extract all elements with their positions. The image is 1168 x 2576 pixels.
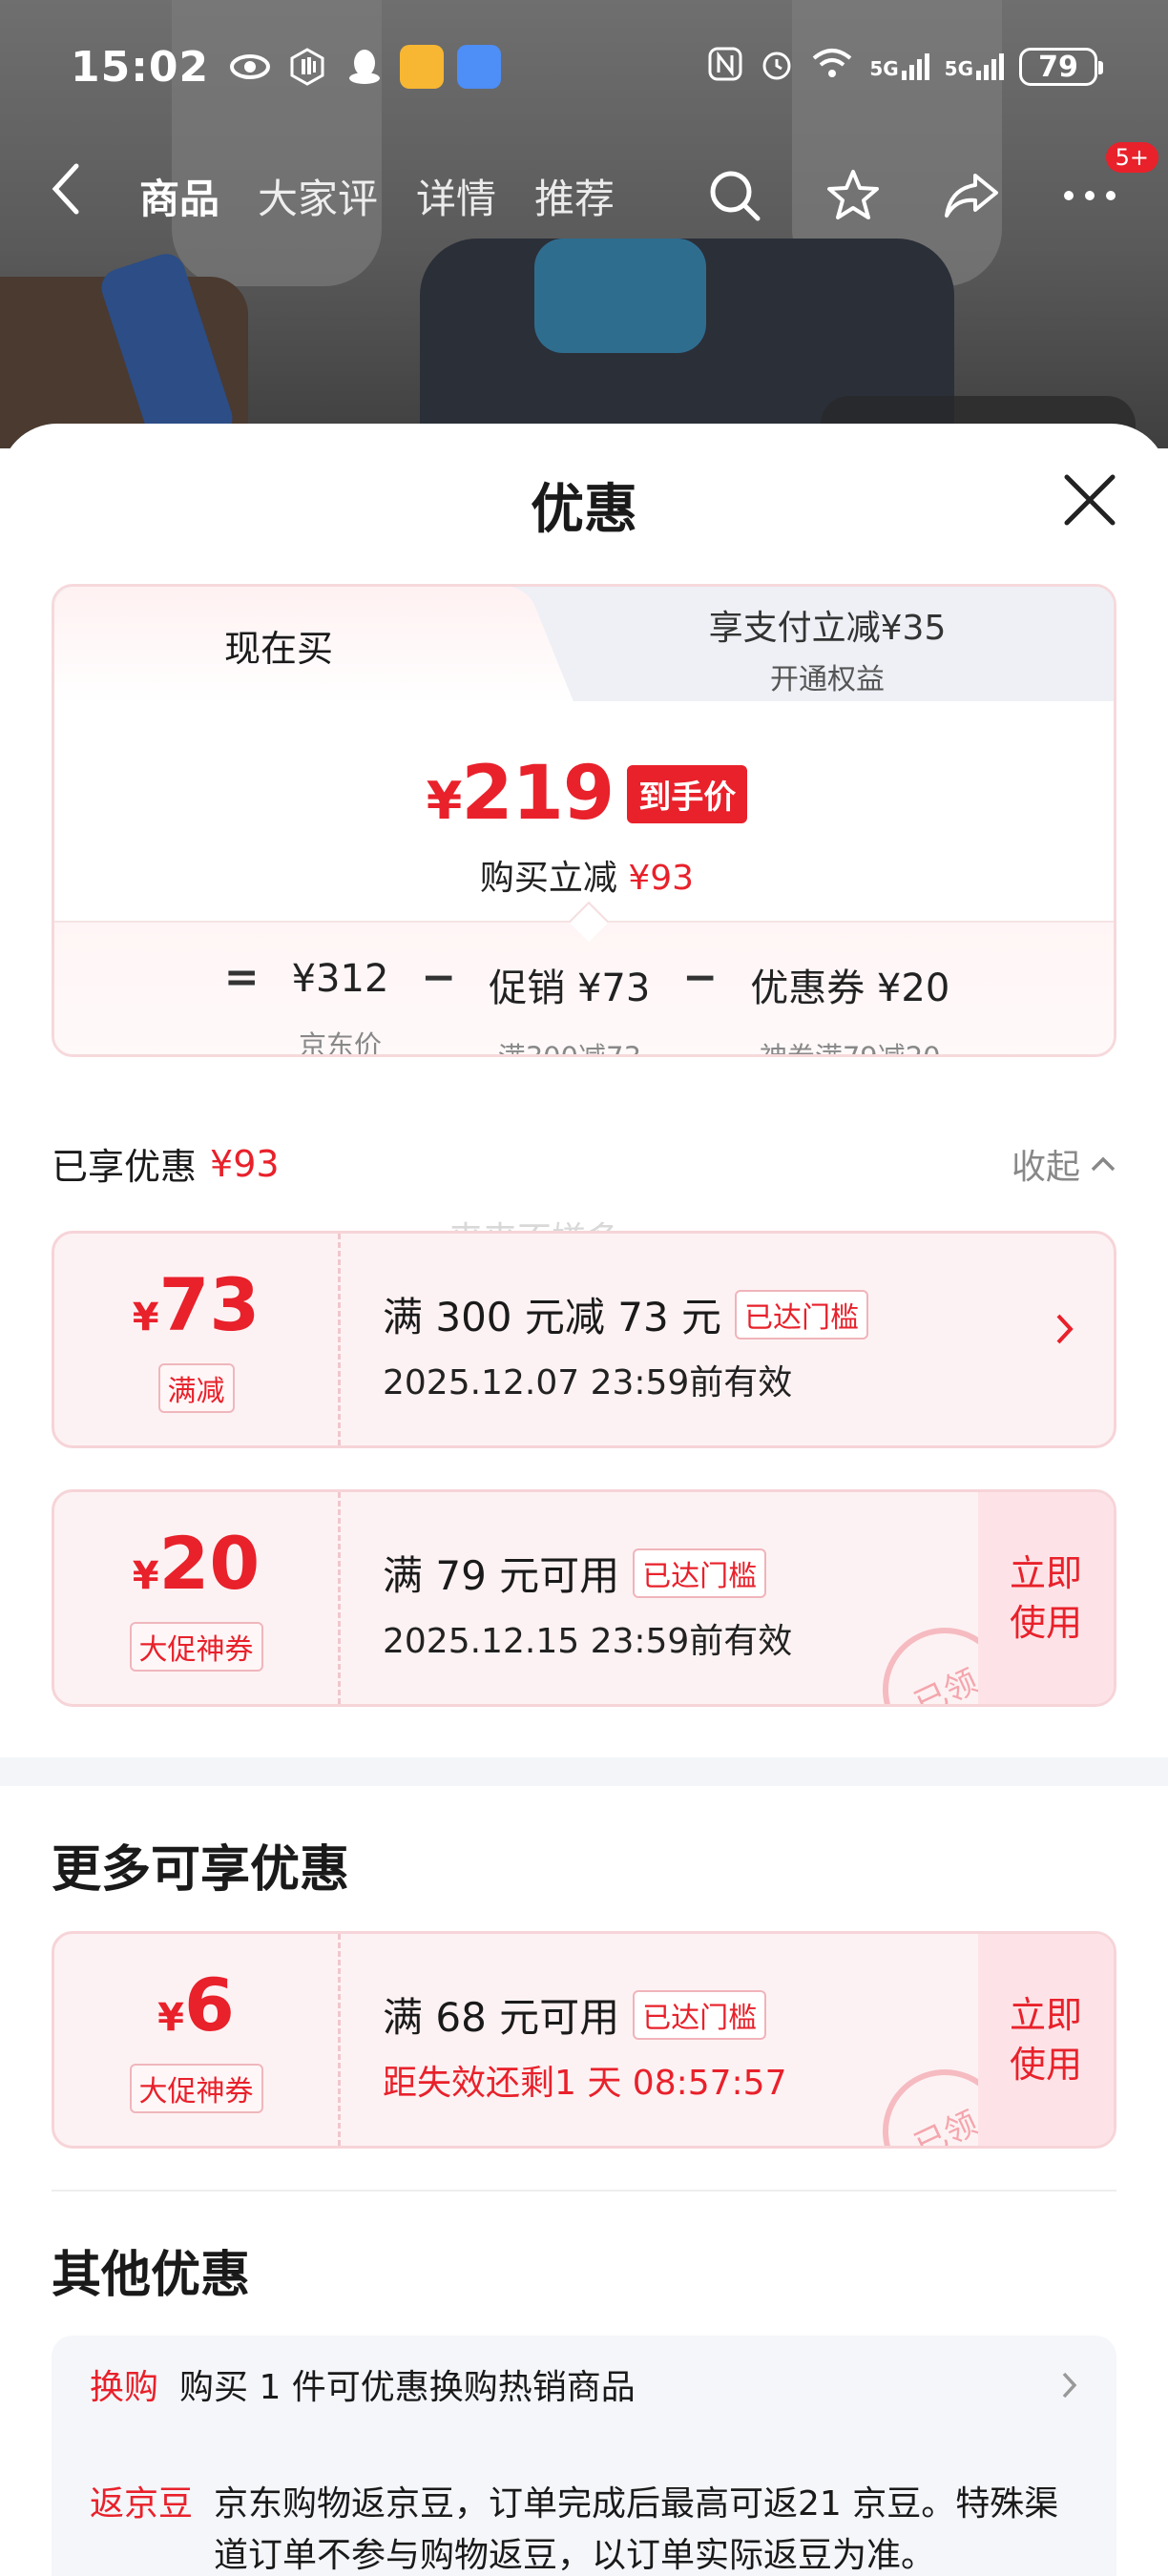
coupon-title: 满 79 元可用 xyxy=(383,1552,620,1599)
tab-pay-title: 享支付立减¥35 xyxy=(708,609,947,648)
close-icon[interactable] xyxy=(1061,471,1118,529)
jingdou-text: 京东购物返京豆，订单完成后最高可返21 京豆。特殊渠道订单不参与购物返豆，以订单… xyxy=(214,2484,1059,2575)
coupon-expiry: 2025.12.07 23:59前有效 xyxy=(383,1363,793,1402)
coupon-amount: ¥6 xyxy=(157,1962,235,2047)
promotion-coupon-73[interactable]: ¥73 满减 满 300 元减 73 元 已达门槛 2025.12.07 23:… xyxy=(52,1231,1116,1448)
price-breakdown-card: 现在买 享支付立减¥35 开通权益 ¥219 到手价 购买立减 ¥93 = ¥3… xyxy=(52,584,1116,1057)
tab-reviews[interactable]: 大家评 xyxy=(258,167,378,225)
coupon-type-tag: 大促神券 xyxy=(129,1621,263,1672)
minus-sign: − xyxy=(421,953,457,1002)
exchange-text: 购买 1 件可优惠换购热销商品 xyxy=(179,2368,636,2407)
equals-sign: = xyxy=(223,953,260,1002)
nfc-icon xyxy=(707,46,743,89)
sheet-title: 优惠 xyxy=(531,479,637,541)
exchange-offer-row[interactable]: 换购 购买 1 件可优惠换购热销商品 xyxy=(90,2362,1078,2414)
enjoyed-amount: ¥93 xyxy=(210,1142,280,1185)
search-icon[interactable] xyxy=(704,165,765,226)
star-icon[interactable] xyxy=(823,165,884,226)
status-time: 15:02 xyxy=(71,42,210,92)
coupon-countdown: 距失效还剩1 天 08:57:57 xyxy=(383,2064,787,2103)
chevron-right-icon[interactable] xyxy=(1054,1310,1075,1359)
threshold-badge: 已达门槛 xyxy=(633,1548,767,1598)
other-discounts-box: 换购 购买 1 件可优惠换购热销商品 返京豆 京东购物返京豆，订单完成后最高可返… xyxy=(52,2336,1116,2576)
purchase-reduction: 购买立减 ¥93 xyxy=(479,859,695,898)
coupon-title: 满 68 元可用 xyxy=(383,1994,620,2041)
coupon-expiry: 2025.12.15 23:59前有效 xyxy=(383,1622,793,1661)
threshold-badge: 已达门槛 xyxy=(633,1989,767,2040)
tab-pay-discount[interactable]: 享支付立减¥35 开通权益 xyxy=(589,600,1066,697)
app-notification-icon xyxy=(400,45,445,89)
minus-sign-2: − xyxy=(682,953,719,1002)
eye-icon xyxy=(228,47,272,87)
more-badge: 5+ xyxy=(1105,142,1158,173)
formula-jd-price: ¥312 京东价 xyxy=(291,957,389,1057)
section-divider xyxy=(0,1757,1168,1786)
other-discounts-title: 其他优惠 xyxy=(52,2247,251,2304)
chevron-right-icon[interactable] xyxy=(1061,2362,1078,2414)
signal-5g-icon-2: 5G xyxy=(945,53,1004,80)
more-icon[interactable]: 5+ xyxy=(1059,142,1158,226)
tab-buy-now[interactable]: 现在买 xyxy=(54,587,503,703)
threshold-badge: 已达门槛 xyxy=(735,1289,869,1340)
formula-promotion: 促销 ¥73 满300减73 xyxy=(489,966,651,1057)
tab-pay-subtitle: 开通权益 xyxy=(770,663,885,696)
coupon-amount: ¥73 xyxy=(132,1261,261,1347)
formula-coupon: 优惠券 ¥20 神券满79减20 xyxy=(750,966,950,1057)
status-bar: 15:02 5G 5G 79 xyxy=(0,0,1168,134)
enjoyed-discount-row: 已享优惠 ¥93 收起 xyxy=(52,1137,1116,1190)
exchange-label: 换购 xyxy=(90,2368,159,2407)
more-discounts-title: 更多可享优惠 xyxy=(52,1841,350,1899)
shenquan-coupon-6: ¥6 大促神券 满 68 元可用 已达门槛 距失效还剩1 天 08:57:57 … xyxy=(52,1931,1116,2149)
signal-5g-icon: 5G xyxy=(869,53,929,80)
back-button[interactable] xyxy=(48,160,105,232)
tab-details[interactable]: 详情 xyxy=(416,167,496,225)
jingdou-label: 返京豆 xyxy=(90,2484,194,2524)
battery-indicator: 79 xyxy=(1019,48,1103,86)
final-price-tag: 到手价 xyxy=(627,764,748,823)
wifi-icon xyxy=(810,47,854,88)
coupon-type-tag: 大促神券 xyxy=(129,2063,263,2113)
tab-product[interactable]: 商品 xyxy=(139,167,219,225)
enjoyed-title: 已享优惠 xyxy=(52,1146,198,1188)
chevron-up-icon xyxy=(1091,1156,1116,1171)
product-top-nav: 商品 大家评 详情 推荐 5+ xyxy=(0,142,1168,239)
jingdou-row: 返京豆 京东购物返京豆，订单完成后最高可返21 京豆。特殊渠道订单不参与购物返豆… xyxy=(90,2479,1078,2576)
shenquan-coupon-20: ¥20 大促神券 满 79 元可用 已达门槛 2025.12.15 23:59前… xyxy=(52,1489,1116,1707)
coupon-type-tag: 满减 xyxy=(157,1362,235,1413)
discount-sheet: 优惠 现在买 享支付立减¥35 开通权益 ¥219 到手价 购买立减 ¥93 =… xyxy=(0,424,1168,2576)
coupon-amount: ¥20 xyxy=(132,1520,261,1606)
use-now-button[interactable]: 立即使用 xyxy=(978,1934,1114,2146)
tab-recommend[interactable]: 推荐 xyxy=(534,167,615,225)
alarm-icon xyxy=(759,46,795,89)
price-formula: = ¥312 京东价 − 促销 ¥73 满300减73 − 优惠券 ¥20 神券… xyxy=(54,921,1114,1057)
collapse-button[interactable]: 收起 xyxy=(1012,1139,1116,1189)
final-price: ¥219 xyxy=(426,751,615,837)
message-app-icon xyxy=(457,45,502,89)
final-price-row: ¥219 到手价 xyxy=(54,751,1114,837)
use-now-button[interactable]: 立即使用 xyxy=(978,1492,1114,1704)
divider-line xyxy=(52,2190,1116,2192)
share-icon[interactable] xyxy=(941,165,1002,226)
qq-penguin-icon xyxy=(343,47,386,87)
hand-icon xyxy=(285,47,329,87)
coupon-title: 满 300 元减 73 元 xyxy=(383,1294,722,1340)
